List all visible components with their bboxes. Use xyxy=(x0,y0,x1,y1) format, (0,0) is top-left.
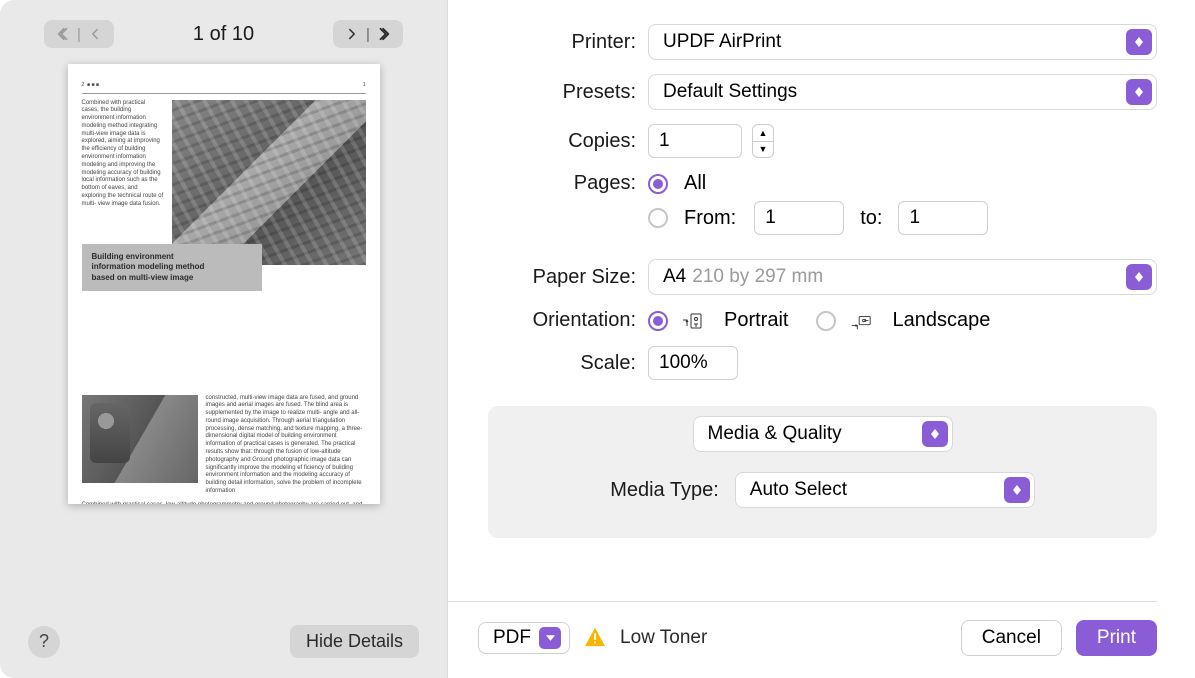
left-footer: ? Hide Details xyxy=(24,615,423,658)
sep: | xyxy=(76,23,82,45)
row-printer: Printer: UPDF AirPrint xyxy=(448,24,1157,60)
pages-to-label: to: xyxy=(860,207,882,230)
pdf-label: PDF xyxy=(493,627,531,649)
section-select[interactable]: Media & Quality xyxy=(693,416,953,452)
label-media-type: Media Type: xyxy=(610,479,719,502)
next-page-button[interactable] xyxy=(341,23,363,45)
copies-stepper[interactable]: ▲ ▼ xyxy=(752,124,774,158)
label-orientation: Orientation: xyxy=(448,309,648,332)
label-presets: Presets: xyxy=(448,81,648,104)
pages-all-radio[interactable] xyxy=(648,174,668,194)
portrait-icon xyxy=(682,312,704,330)
pages-to-input[interactable] xyxy=(898,201,988,235)
form-panel: Printer: UPDF AirPrint Presets: Default … xyxy=(448,0,1195,678)
orientation-portrait-label: Portrait xyxy=(724,309,788,332)
orientation-landscape-radio[interactable] xyxy=(816,311,836,331)
preview-nav: | 1 of 10 | xyxy=(24,20,423,58)
paper-size-hint: 210 by 297 mm xyxy=(692,266,823,288)
help-button[interactable]: ? xyxy=(28,626,60,658)
preview-image-2 xyxy=(82,395,198,483)
preview-title-box: Building environment information modelin… xyxy=(82,244,262,291)
status-text: Low Toner xyxy=(620,627,707,649)
chevron-down-icon xyxy=(539,627,561,649)
chevron-updown-icon xyxy=(922,421,948,447)
copies-input[interactable] xyxy=(648,124,742,158)
section-value: Media & Quality xyxy=(708,423,842,445)
row-pages-range: From: to: xyxy=(448,201,1157,235)
label-pages: Pages: xyxy=(448,172,648,195)
hide-details-button[interactable]: Hide Details xyxy=(290,625,419,658)
label-printer: Printer: xyxy=(448,31,648,54)
preview-text-3: Combined with practical cases, low-altit… xyxy=(82,502,366,504)
media-type-select[interactable]: Auto Select xyxy=(735,472,1035,508)
presets-select[interactable]: Default Settings xyxy=(648,74,1157,110)
stepper-up-icon[interactable]: ▲ xyxy=(753,125,773,142)
printer-value: UPDF AirPrint xyxy=(663,31,781,53)
preview-image xyxy=(172,100,366,265)
pages-range-radio[interactable] xyxy=(648,208,668,228)
print-dialog: | 1 of 10 | 2 ■ ■ ■1 Combin xyxy=(0,0,1195,678)
landscape-icon xyxy=(850,312,872,330)
pages-all-label: All xyxy=(684,172,706,195)
row-presets: Presets: Default Settings xyxy=(448,74,1157,110)
prev-page-button[interactable] xyxy=(84,23,106,45)
media-quality-section: Media & Quality Media Type: Auto Select xyxy=(488,406,1157,538)
last-page-button[interactable] xyxy=(373,23,395,45)
paper-size-select[interactable]: A4 210 by 297 mm xyxy=(648,259,1157,295)
cancel-button[interactable]: Cancel xyxy=(961,620,1062,656)
orientation-landscape-label: Landscape xyxy=(892,309,990,332)
sep: | xyxy=(365,23,371,45)
preview-text-2: constructed, multi-view image data are f… xyxy=(206,395,366,496)
warning-icon xyxy=(584,627,606,650)
page-indicator: 1 of 10 xyxy=(193,23,254,46)
orientation-portrait-radio[interactable] xyxy=(648,311,668,331)
media-type-value: Auto Select xyxy=(750,479,847,501)
preview-page: 2 ■ ■ ■1 Combined with practical cases, … xyxy=(68,64,380,504)
presets-value: Default Settings xyxy=(663,81,797,103)
preview-text: Combined with practical cases, the build… xyxy=(82,100,164,265)
pdf-menu-button[interactable]: PDF xyxy=(478,622,570,654)
paper-size-value: A4 xyxy=(663,266,686,288)
nav-back-group: | xyxy=(44,20,114,48)
print-button[interactable]: Print xyxy=(1076,620,1157,656)
footer: PDF Low Toner Cancel Print xyxy=(448,601,1157,678)
printer-select[interactable]: UPDF AirPrint xyxy=(648,24,1157,60)
scale-input[interactable] xyxy=(648,346,738,380)
chevron-updown-icon xyxy=(1126,79,1152,105)
chevron-updown-icon xyxy=(1126,29,1152,55)
row-orientation: Orientation: Portrait Landscape xyxy=(448,309,1157,332)
nav-forward-group: | xyxy=(333,20,403,48)
pages-from-label: From: xyxy=(684,207,736,230)
chevron-updown-icon xyxy=(1126,264,1152,290)
row-pages: Pages: All xyxy=(448,172,1157,195)
label-paper-size: Paper Size: xyxy=(448,266,648,289)
pages-from-input[interactable] xyxy=(754,201,844,235)
row-scale: Scale: xyxy=(448,346,1157,380)
label-scale: Scale: xyxy=(448,352,648,375)
row-paper-size: Paper Size: A4 210 by 297 mm xyxy=(448,259,1157,295)
first-page-button[interactable] xyxy=(52,23,74,45)
chevron-updown-icon xyxy=(1004,477,1030,503)
row-copies: Copies: ▲ ▼ xyxy=(448,124,1157,158)
stepper-down-icon[interactable]: ▼ xyxy=(753,142,773,158)
preview-panel: | 1 of 10 | 2 ■ ■ ■1 Combin xyxy=(0,0,448,678)
label-copies: Copies: xyxy=(448,130,648,153)
